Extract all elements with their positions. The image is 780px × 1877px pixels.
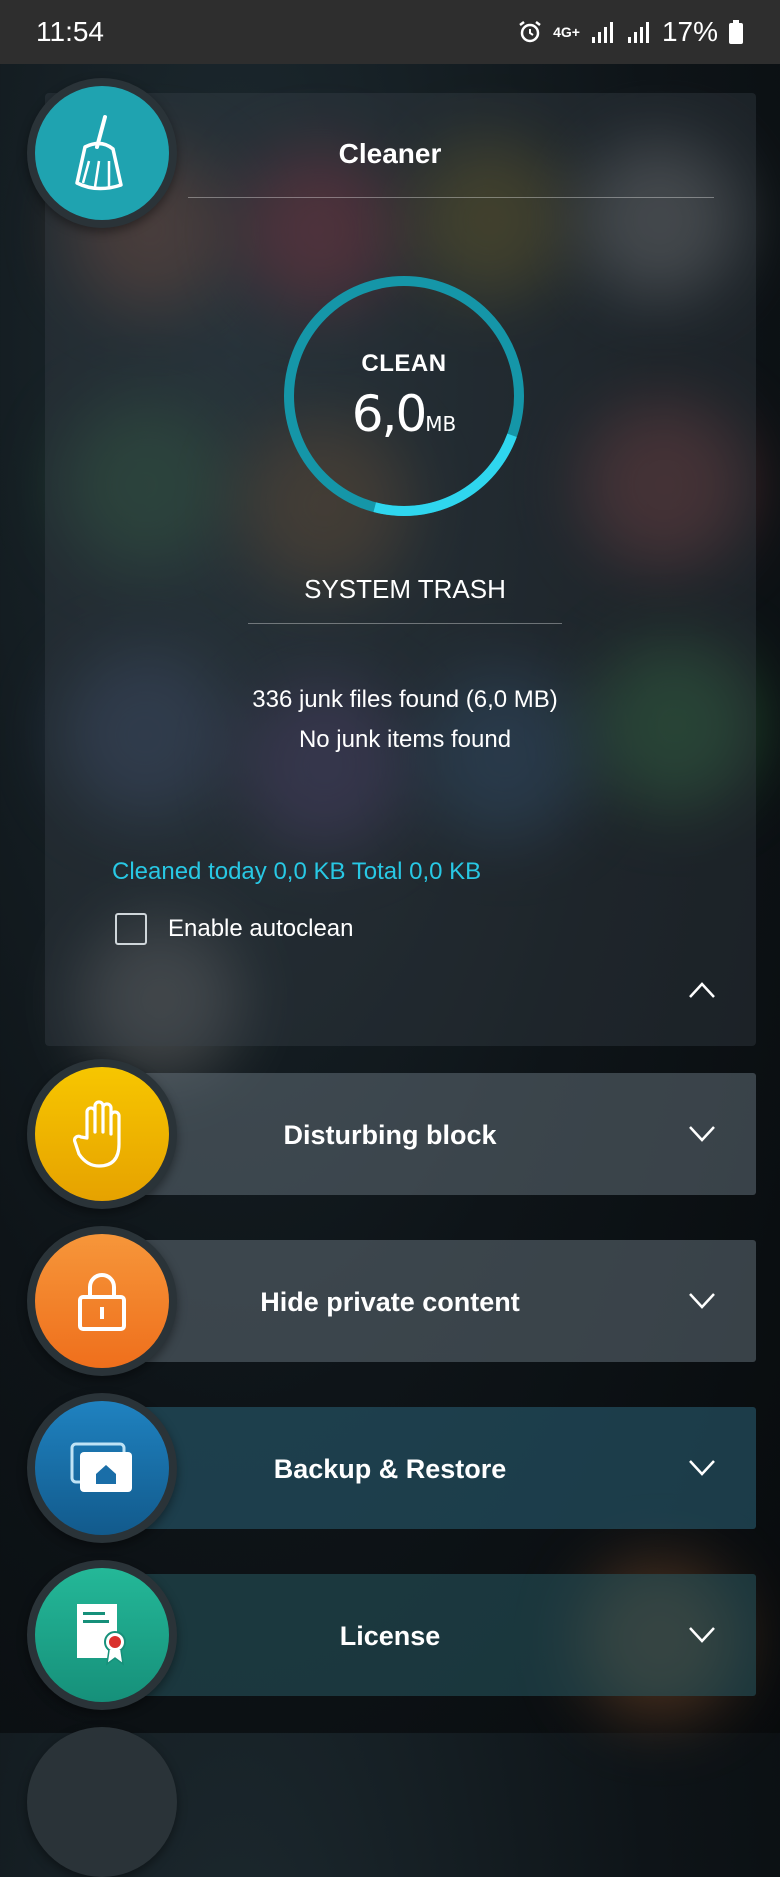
cleaner-title: Cleaner — [338, 138, 442, 169]
signal-icon-2 — [627, 22, 649, 43]
status-bar: 11:54 4G+ 17% — [0, 0, 780, 64]
lock-icon — [78, 1273, 126, 1331]
cleaner-panel — [45, 93, 756, 1046]
battery-percent: 17% — [661, 16, 718, 47]
chevron-down-icon[interactable] — [688, 1625, 716, 1645]
chevron-down-icon[interactable] — [688, 1291, 716, 1311]
ring-number: 6,0 — [351, 385, 428, 443]
hand-icon — [72, 1100, 121, 1168]
hide-private-content-bubble[interactable] — [27, 1226, 177, 1376]
ring-label: CLEAN — [361, 350, 447, 377]
battery-icon — [729, 20, 743, 44]
network-type: 4G+ — [553, 24, 580, 40]
backup-restore-bubble[interactable] — [27, 1393, 177, 1543]
section-divider — [248, 623, 562, 624]
junk-files-found: 336 junk files found (6,0 MB) — [252, 686, 558, 713]
system-trash-heading: SYSTEM TRASH — [304, 574, 506, 604]
ring-value: 6,0MB — [282, 385, 526, 443]
no-junk-items: No junk items found — [298, 726, 512, 753]
autoclean-checkbox[interactable] — [115, 913, 147, 945]
backup-icon — [70, 1442, 132, 1492]
cleaned-totals: Cleaned today 0,0 KB Total 0,0 KB — [112, 858, 482, 885]
disturbing-block-bubble[interactable] — [27, 1059, 177, 1209]
status-time: 11:54 — [36, 16, 104, 47]
ring-unit: MB — [425, 412, 457, 436]
chevron-up-icon[interactable] — [688, 980, 716, 1000]
chevron-down-icon[interactable] — [688, 1124, 716, 1144]
title-divider — [188, 197, 714, 198]
alarm-icon — [519, 21, 541, 43]
license-bubble[interactable] — [27, 1560, 177, 1710]
status-icons: 4G+ 17% — [517, 16, 744, 48]
certificate-icon — [77, 1604, 126, 1666]
chevron-down-icon[interactable] — [688, 1458, 716, 1478]
signal-icon — [591, 22, 613, 43]
next-module-bubble[interactable] — [27, 1727, 177, 1877]
autoclean-label[interactable]: Enable autoclean — [168, 915, 353, 943]
